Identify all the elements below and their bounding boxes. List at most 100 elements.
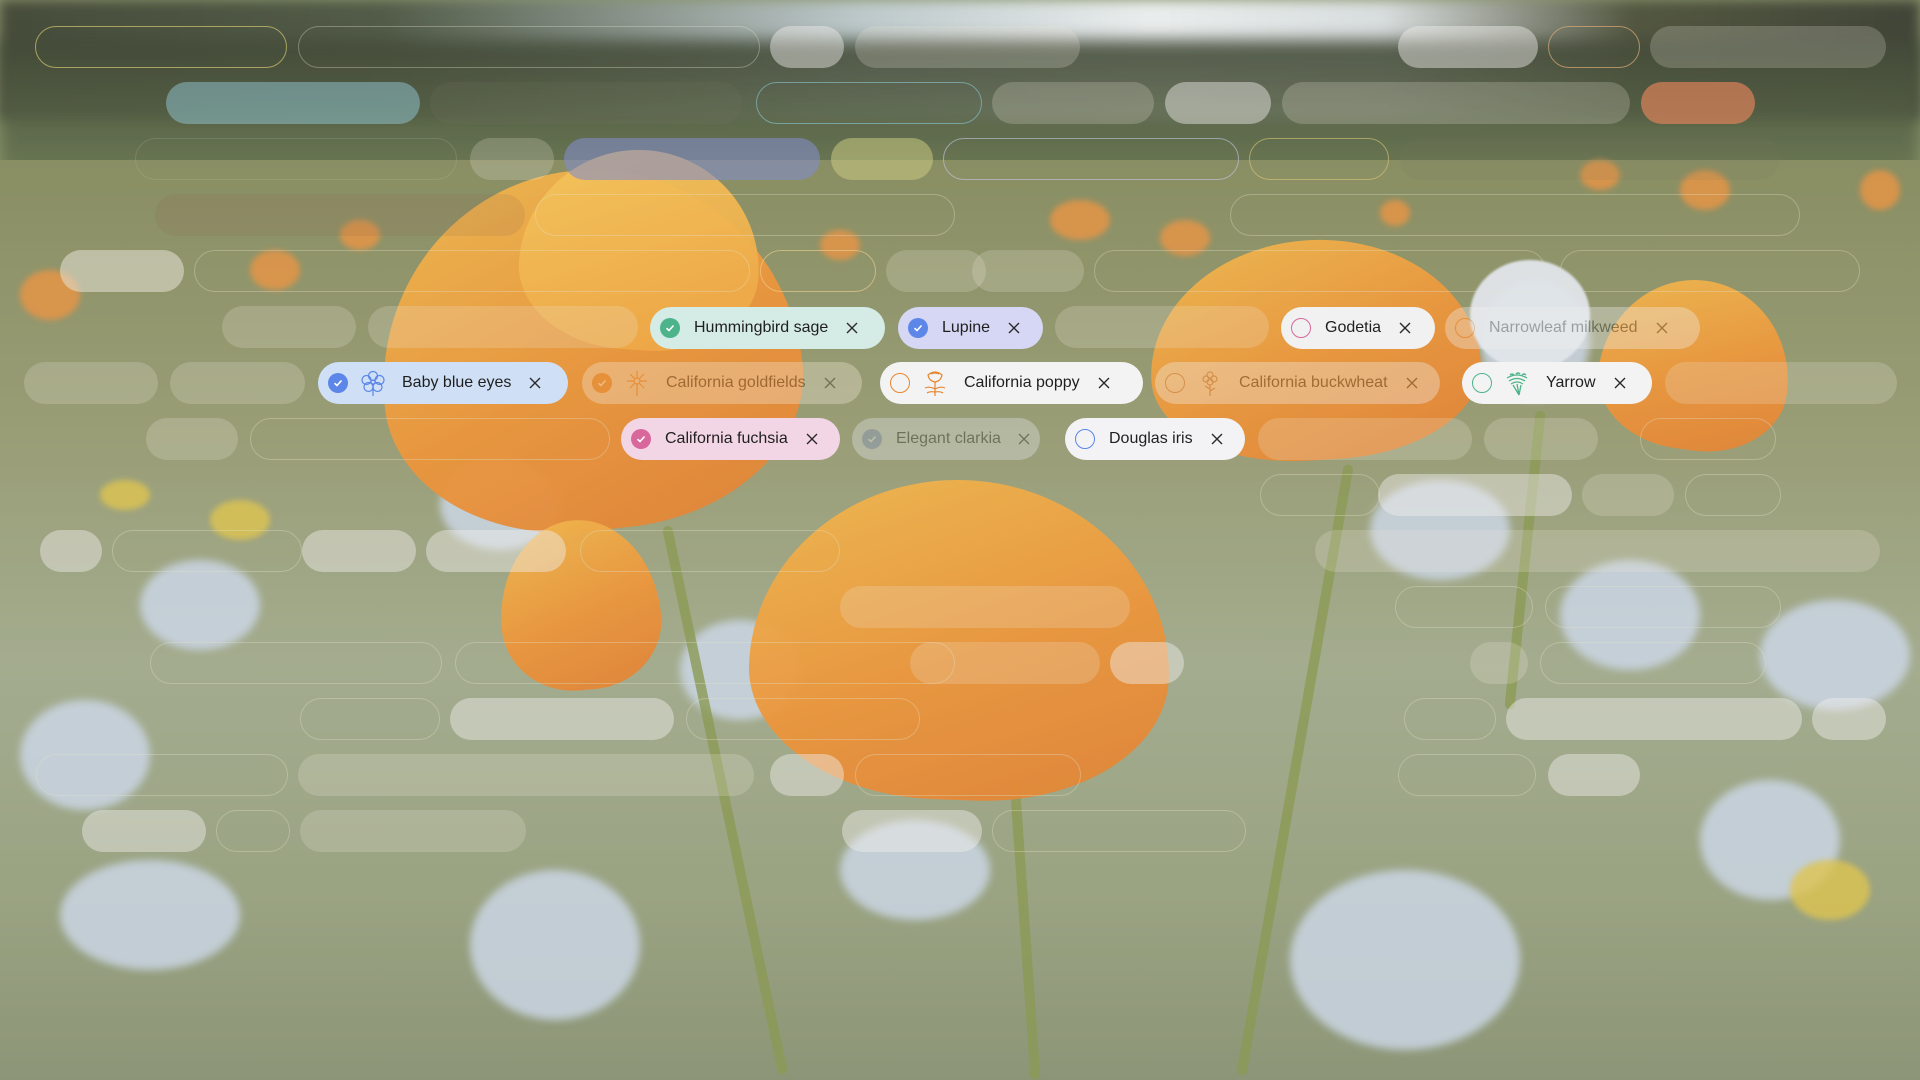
decorative-pill <box>1400 138 1780 180</box>
decorative-pill <box>1249 138 1389 180</box>
decorative-pill <box>760 250 876 292</box>
chip-yarrow[interactable]: Yarrow <box>1462 362 1652 404</box>
decorative-pill <box>1650 26 1886 68</box>
decorative-pill <box>831 138 933 180</box>
decorative-pill <box>170 362 305 404</box>
decorative-pill <box>1094 250 1546 292</box>
decorative-pill <box>992 810 1246 852</box>
close-icon[interactable] <box>1404 375 1420 391</box>
decorative-pill <box>166 82 420 124</box>
unchecked-circle-icon[interactable] <box>1165 373 1185 393</box>
unchecked-circle-icon[interactable] <box>1455 318 1475 338</box>
decorative-pill <box>1282 82 1630 124</box>
close-icon[interactable] <box>1612 375 1628 391</box>
decorative-pill <box>1545 586 1781 628</box>
decorative-pill <box>35 26 287 68</box>
unchecked-circle-icon[interactable] <box>890 373 910 393</box>
decorative-pill <box>972 250 1084 292</box>
close-icon[interactable] <box>1397 320 1413 336</box>
decorative-pill <box>564 138 820 180</box>
decorative-pill <box>430 82 742 124</box>
checkmark-icon[interactable] <box>328 373 348 393</box>
chip-label: California fuchsia <box>665 430 788 447</box>
chip-california-goldfields[interactable]: California goldfields <box>582 362 862 404</box>
decorative-pill <box>112 530 302 572</box>
chip-hummingbird-sage[interactable]: Hummingbird sage <box>650 307 885 349</box>
decorative-pill <box>155 194 525 236</box>
decorative-pill <box>1258 418 1472 460</box>
decorative-pill <box>1665 362 1897 404</box>
poppy-flower-icon <box>920 368 950 398</box>
decorative-pill <box>910 642 1100 684</box>
checkmark-icon[interactable] <box>592 373 612 393</box>
decorative-pill <box>1540 642 1766 684</box>
decorative-pill <box>150 642 442 684</box>
chip-elegant-clarkia[interactable]: Elegant clarkia <box>852 418 1040 460</box>
chip-label: Baby blue eyes <box>402 374 512 391</box>
chip-california-buckwheat[interactable]: California buckwheat <box>1155 362 1440 404</box>
chip-label: California poppy <box>964 374 1080 391</box>
decorative-pill <box>1165 82 1271 124</box>
close-icon[interactable] <box>1096 375 1112 391</box>
chip-douglas-iris[interactable]: Douglas iris <box>1065 418 1245 460</box>
checkmark-icon[interactable] <box>862 429 882 449</box>
decorative-pill <box>1641 82 1755 124</box>
decorative-pill <box>36 754 288 796</box>
checkmark-icon[interactable] <box>631 429 651 449</box>
chip-label: Godetia <box>1325 319 1382 336</box>
close-icon[interactable] <box>822 375 838 391</box>
decorative-pill <box>1582 474 1674 516</box>
chip-label: Narrowleaf milkweed <box>1489 319 1638 336</box>
decorative-pill <box>992 82 1154 124</box>
close-icon[interactable] <box>844 320 860 336</box>
decorative-pill <box>1812 698 1886 740</box>
decorative-pill <box>1560 250 1860 292</box>
decorative-pill <box>886 250 986 292</box>
unchecked-circle-icon[interactable] <box>1472 373 1492 393</box>
buckwheat-flower-icon <box>1195 368 1225 398</box>
decorative-pill <box>1484 418 1598 460</box>
decorative-pill <box>943 138 1239 180</box>
close-icon[interactable] <box>527 375 543 391</box>
decorative-pill <box>842 810 982 852</box>
decorative-pill <box>840 586 1130 628</box>
close-icon[interactable] <box>1006 320 1022 336</box>
close-icon[interactable] <box>1209 431 1225 447</box>
checkmark-icon[interactable] <box>908 318 928 338</box>
close-icon[interactable] <box>804 431 820 447</box>
close-icon[interactable] <box>1017 431 1031 447</box>
decorative-pill <box>1260 474 1380 516</box>
chip-label: Douglas iris <box>1109 430 1193 447</box>
chip-godetia[interactable]: Godetia <box>1281 307 1435 349</box>
decorative-pill <box>1548 26 1640 68</box>
close-icon[interactable] <box>1654 320 1670 336</box>
decorative-pill <box>24 362 158 404</box>
decorative-pill <box>470 138 554 180</box>
checkmark-icon[interactable] <box>660 318 680 338</box>
goldfields-flower-icon <box>622 368 652 398</box>
chip-baby-blue-eyes[interactable]: Baby blue eyes <box>318 362 568 404</box>
unchecked-circle-icon[interactable] <box>1075 429 1095 449</box>
chip-lupine[interactable]: Lupine <box>898 307 1043 349</box>
decorative-pill <box>146 418 238 460</box>
decorative-pill <box>1685 474 1781 516</box>
decorative-pill <box>686 698 920 740</box>
chip-narrowleaf-milkweed[interactable]: Narrowleaf milkweed <box>1445 307 1700 349</box>
chip-california-poppy[interactable]: California poppy <box>880 362 1143 404</box>
decorative-pill <box>580 530 840 572</box>
decorative-pill <box>770 26 844 68</box>
unchecked-circle-icon[interactable] <box>1291 318 1311 338</box>
decorative-pill <box>1055 306 1269 348</box>
chip-california-fuchsia[interactable]: California fuchsia <box>621 418 840 460</box>
decorative-pill <box>298 754 754 796</box>
decorative-pill <box>450 698 674 740</box>
chip-label: Elegant clarkia <box>896 430 1001 447</box>
decorative-pill <box>535 194 955 236</box>
decorative-pill <box>60 250 184 292</box>
decorative-pill <box>222 306 356 348</box>
decorative-pill <box>1640 418 1776 460</box>
decorative-pill <box>250 418 610 460</box>
decorative-pill <box>756 82 982 124</box>
decorative-pill <box>1395 586 1533 628</box>
decorative-pill <box>1506 698 1802 740</box>
